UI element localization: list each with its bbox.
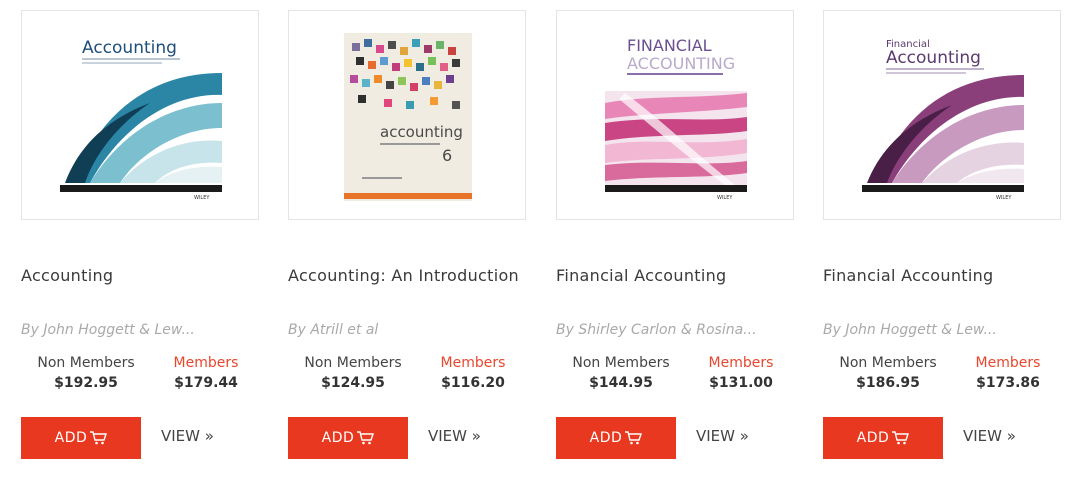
book-cover-image: Accounting WILEY xyxy=(60,33,222,201)
add-button-label: ADD xyxy=(321,430,355,446)
product-author: By Shirley Carlon & Rosina... xyxy=(556,322,757,338)
view-link[interactable]: VIEW » xyxy=(696,427,749,445)
non-members-price-block: Non Members $124.95 xyxy=(288,353,418,393)
product-title[interactable]: Accounting: An Introduction xyxy=(288,266,519,285)
cover-title: accounting xyxy=(380,123,463,141)
product-title[interactable]: Financial Accounting xyxy=(556,266,727,285)
svg-text:WILEY: WILEY xyxy=(194,195,210,201)
members-label: Members xyxy=(173,355,239,371)
view-link[interactable]: VIEW » xyxy=(161,427,214,445)
non-members-price: $124.95 xyxy=(321,375,385,391)
non-members-price: $186.95 xyxy=(856,375,920,391)
product-card: Financial Accounting WILEY Financial Acc… xyxy=(823,0,1067,478)
members-price-block: Members $116.20 xyxy=(418,353,528,393)
book-cover-image: Financial Accounting WILEY xyxy=(862,33,1024,201)
cart-icon xyxy=(624,430,643,446)
members-price-block: Members $131.00 xyxy=(686,353,796,393)
add-button-label: ADD xyxy=(856,430,890,446)
non-members-price-block: Non Members $186.95 xyxy=(823,353,953,393)
product-card: FINANCIAL ACCOUNTING WILEY Financial Acc… xyxy=(556,0,800,478)
cart-icon xyxy=(89,430,108,446)
non-members-price-block: Non Members $192.95 xyxy=(21,353,151,393)
svg-text:WILEY: WILEY xyxy=(717,195,733,201)
product-cover-link[interactable]: Financial Accounting WILEY xyxy=(823,10,1061,220)
add-button-label: ADD xyxy=(589,430,623,446)
product-cover-link[interactable]: FINANCIAL ACCOUNTING WILEY xyxy=(556,10,794,220)
product-cover-link[interactable]: accounting 6 xyxy=(288,10,526,220)
product-card: accounting 6 Accounting: An Introduction… xyxy=(288,0,532,478)
members-price: $173.86 xyxy=(976,375,1040,391)
product-title[interactable]: Accounting xyxy=(21,266,113,285)
non-members-label: Non Members xyxy=(572,355,670,371)
product-card: Accounting WILEY Accounting By John Hogg… xyxy=(21,0,265,478)
cover-edition: 6 xyxy=(442,146,452,165)
product-cover-link[interactable]: Accounting WILEY xyxy=(21,10,259,220)
cart-icon xyxy=(891,430,910,446)
non-members-label: Non Members xyxy=(839,355,937,371)
members-price: $131.00 xyxy=(709,375,773,391)
add-to-cart-button[interactable]: ADD xyxy=(288,417,408,459)
non-members-price: $144.95 xyxy=(589,375,653,391)
view-link[interactable]: VIEW » xyxy=(428,427,481,445)
product-author: By Atrill et al xyxy=(288,322,379,338)
add-to-cart-button[interactable]: ADD xyxy=(556,417,676,459)
product-grid: Accounting WILEY Accounting By John Hogg… xyxy=(0,0,1080,478)
members-price-block: Members $173.86 xyxy=(953,353,1063,393)
members-label: Members xyxy=(708,355,774,371)
add-to-cart-button[interactable]: ADD xyxy=(823,417,943,459)
members-price: $179.44 xyxy=(174,375,238,391)
non-members-price: $192.95 xyxy=(54,375,118,391)
non-members-label: Non Members xyxy=(304,355,402,371)
cover-title-line2: Accounting xyxy=(886,48,981,68)
members-price: $116.20 xyxy=(441,375,505,391)
cover-title-line2: ACCOUNTING xyxy=(627,54,735,73)
add-button-label: ADD xyxy=(54,430,88,446)
product-title[interactable]: Financial Accounting xyxy=(823,266,994,285)
members-price-block: Members $179.44 xyxy=(151,353,261,393)
book-cover-image: FINANCIAL ACCOUNTING WILEY xyxy=(605,33,747,201)
non-members-label: Non Members xyxy=(37,355,135,371)
cover-title-line1: FINANCIAL xyxy=(627,36,712,55)
book-cover-image: accounting 6 xyxy=(344,33,472,201)
members-label: Members xyxy=(975,355,1041,371)
svg-text:WILEY: WILEY xyxy=(996,195,1012,201)
cart-icon xyxy=(356,430,375,446)
non-members-price-block: Non Members $144.95 xyxy=(556,353,686,393)
add-to-cart-button[interactable]: ADD xyxy=(21,417,141,459)
view-link[interactable]: VIEW » xyxy=(963,427,1016,445)
product-author: By John Hoggett & Lew... xyxy=(823,322,997,338)
members-label: Members xyxy=(440,355,506,371)
cover-title: Accounting xyxy=(82,38,177,58)
product-author: By John Hoggett & Lew... xyxy=(21,322,195,338)
